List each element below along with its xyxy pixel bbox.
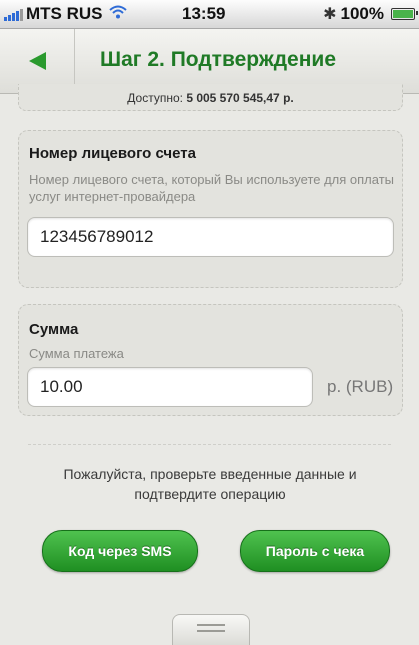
battery-area: ✱ 100%: [323, 4, 418, 24]
account-number-hint: Номер лицевого счета, который Вы использ…: [29, 172, 395, 204]
amount-hint: Сумма платежа: [29, 346, 124, 361]
wifi-icon: [108, 4, 127, 24]
carrier-area: MTS RUS: [4, 4, 127, 24]
battery-icon: [391, 8, 418, 20]
currency-unit: р. (RUB): [327, 377, 394, 396]
confirmation-message: Пожалуйста, проверьте введенные данные и…: [63, 466, 357, 502]
keyboard-handle[interactable]: [172, 614, 250, 645]
amount-card: Сумма Сумма платежа 10.00 р. (RUB): [18, 304, 403, 416]
status-bar: MTS RUS 13:59 ✱ 100%: [0, 0, 419, 29]
page-title: Шаг 2. Подтверждение: [100, 48, 337, 71]
receipt-password-button[interactable]: Пароль с чека: [240, 530, 390, 572]
available-balance: Доступно: 5 005 570 545,47 р.: [18, 84, 403, 111]
main-content[interactable]: Доступно: 5 005 570 545,47 р. Номер лице…: [0, 84, 419, 645]
signal-strength-icon: [4, 7, 23, 21]
bluetooth-icon: ✱: [323, 6, 337, 23]
divider: [28, 444, 391, 445]
carrier-name: MTS RUS: [26, 4, 103, 23]
battery-percent: 100%: [340, 4, 384, 23]
account-number-field[interactable]: 123456789012: [27, 217, 394, 257]
back-arrow-icon: [29, 52, 46, 70]
sms-code-button[interactable]: Код через SMS: [42, 530, 198, 572]
available-label: Доступно:: [127, 91, 183, 105]
clock: 13:59: [182, 4, 226, 23]
amount-field[interactable]: 10.00: [27, 367, 313, 407]
account-number-card: Номер лицевого счета Номер лицевого счет…: [18, 130, 403, 288]
amount-title: Сумма: [29, 321, 79, 338]
account-number-title: Номер лицевого счета: [29, 145, 196, 162]
available-amount: 5 005 570 545,47 р.: [186, 91, 294, 105]
